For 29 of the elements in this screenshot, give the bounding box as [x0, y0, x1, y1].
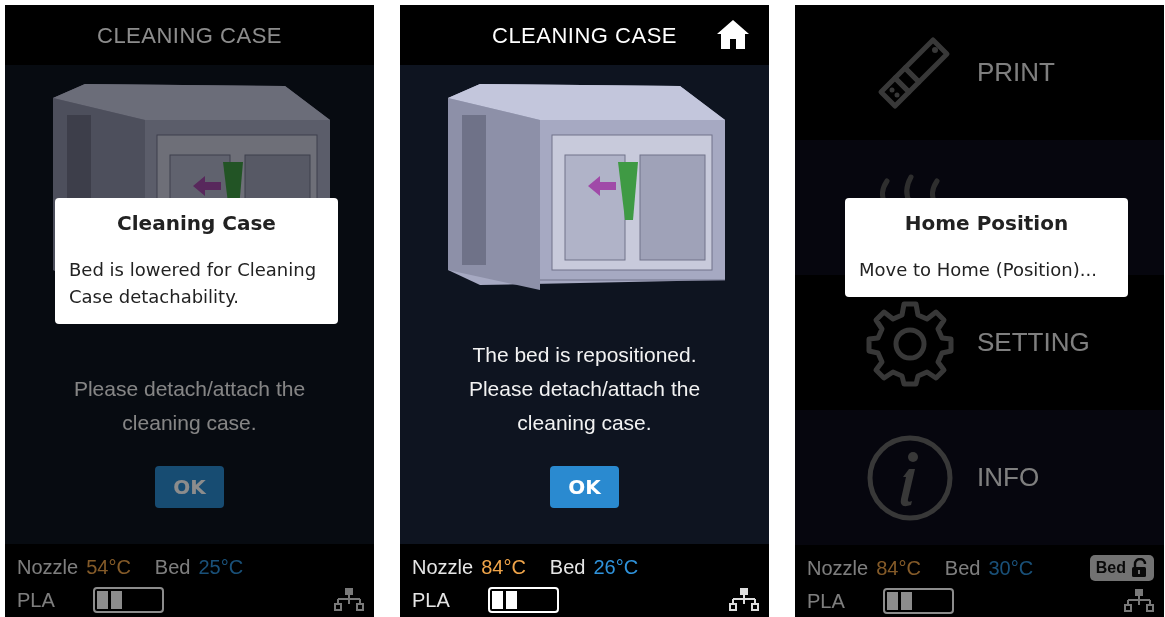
material-label: PLA [412, 587, 450, 613]
nozzle-temperature: 54°C [86, 554, 131, 580]
screen-title: CLEANING CASE [97, 21, 282, 50]
dialog-title: Home Position [903, 210, 1070, 237]
dialog-title: Cleaning Case [116, 210, 277, 237]
nozzle-temperature: 84°C [481, 554, 526, 580]
bed-temperature: 26°C [593, 554, 639, 580]
bed-temperature: 30°C [988, 555, 1034, 581]
menu-label: PRINT [977, 56, 1055, 89]
nozzle-temperature: 84°C [876, 555, 921, 581]
nozzle-label: Nozzle [807, 555, 869, 581]
instruction-text: Please detach/attach the [468, 376, 701, 402]
bed-label: Bed [549, 554, 586, 580]
dialog-message: Move to Home (Position)... [859, 258, 1098, 282]
menu-label: INFO [977, 461, 1040, 494]
instruction-text: cleaning case. [517, 410, 652, 436]
screen-title: CLEANING CASE [492, 21, 677, 50]
menu-label: SETTING [977, 326, 1090, 359]
nozzle-label: Nozzle [412, 554, 474, 580]
material-label: PLA [17, 587, 55, 613]
instruction-text: Please detach/attach the [73, 376, 306, 402]
bed-label: Bed [944, 555, 981, 581]
instruction-text: The bed is repositioned. [472, 342, 697, 368]
dialog-message: Bed is lowered for Cleaning Case detachability. [69, 258, 318, 309]
material-label: PLA [807, 588, 845, 614]
instruction-text: cleaning case. [122, 410, 257, 436]
bed-temperature: 25°C [198, 554, 244, 580]
bed-label: Bed [154, 554, 191, 580]
nozzle-label: Nozzle [17, 554, 79, 580]
